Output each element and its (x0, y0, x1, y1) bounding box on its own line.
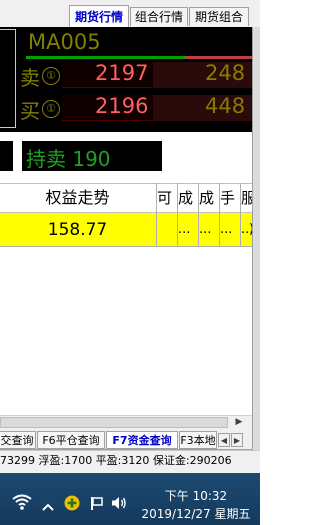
header-col-3[interactable]: 成 (178, 184, 196, 212)
scrollbar-thumb[interactable] (0, 417, 228, 428)
chevron-up-icon[interactable] (42, 497, 54, 516)
contract-underline-red (185, 56, 252, 59)
column-divider (198, 183, 199, 247)
sell-qty: 248 (205, 61, 246, 85)
tab-close-position-query[interactable]: F6平仓查询 (37, 431, 105, 449)
tab-trade-query[interactable]: 交查询 (0, 431, 36, 449)
tab-scroll-left-icon[interactable]: ◀ (218, 433, 230, 447)
contract-code: MA005 (28, 30, 101, 54)
sell-label: 卖 (20, 66, 40, 90)
tab-futures-quotes[interactable]: 期货行情 (69, 5, 129, 27)
row-cell-5[interactable]: ... (220, 213, 240, 247)
column-divider (156, 183, 157, 247)
position-value: 190 (72, 147, 111, 171)
header-col-2[interactable]: 可 (157, 184, 175, 212)
sell-price[interactable]: 2197 (95, 61, 148, 85)
row-equity-value[interactable]: 158.77 (0, 213, 155, 247)
taskbar-clock[interactable]: 下午 10:32 2019/12/27 星期五 (132, 487, 260, 523)
buy-label: 买 (20, 99, 40, 123)
tab-local[interactable]: F3本地 (179, 431, 217, 449)
scroll-right-arrow-icon[interactable]: ▶ (232, 416, 246, 429)
clock-date: 2019/12/27 星期五 (141, 507, 251, 521)
position-left-block (0, 141, 13, 171)
wifi-icon[interactable] (12, 494, 32, 514)
column-divider (219, 183, 220, 247)
grid-empty-area (0, 247, 252, 415)
flag-icon[interactable] (88, 495, 104, 515)
buy-qty: 448 (205, 94, 246, 118)
row-cell-4[interactable]: ... (199, 213, 219, 247)
tab-scroll-right-icon[interactable]: ▶ (231, 433, 243, 447)
column-divider (240, 183, 241, 247)
volume-icon[interactable] (111, 495, 127, 515)
quote-left-frame (0, 29, 16, 128)
position-label: 持卖 (26, 147, 66, 171)
header-col-4[interactable]: 成 (199, 184, 217, 212)
tab-futures-combo[interactable]: 期货组合 (189, 7, 249, 26)
sell-level-icon: ① (42, 67, 60, 85)
window-right-edge (252, 27, 260, 455)
buy-price[interactable]: 2196 (95, 94, 148, 118)
clock-time: 下午 10:32 (164, 489, 228, 503)
buy-level-icon: ① (42, 100, 60, 118)
row-cell-2[interactable] (157, 213, 175, 247)
account-status-text: 73299 浮盈:1700 平盈:3120 保证金:290206 (0, 454, 232, 467)
row-cell-3[interactable]: ... (178, 213, 198, 247)
tab-combo-quotes[interactable]: 组合行情 (130, 7, 188, 26)
tab-funds-query[interactable]: F7资金查询 (106, 431, 178, 449)
header-col-5[interactable]: 手 (220, 184, 238, 212)
position-info: 持卖 190 (26, 143, 111, 172)
header-col-6[interactable]: 服 (241, 184, 252, 212)
add-icon[interactable] (64, 495, 80, 515)
header-equity-trend[interactable]: 权益走势 (0, 184, 155, 212)
column-divider (177, 183, 178, 247)
